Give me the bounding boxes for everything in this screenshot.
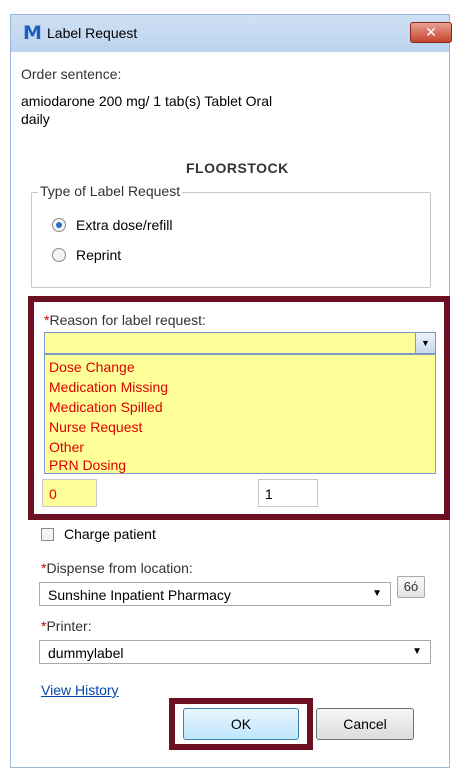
ok-highlight-frame: OK xyxy=(169,698,313,750)
order-sentence-text: amiodarone 200 mg/ 1 tab(s) Tablet Oral … xyxy=(21,92,361,128)
location-type-heading: FLOORSTOCK xyxy=(186,160,289,176)
glasses-icon[interactable]: 6ó xyxy=(397,576,425,598)
order-sentence-line-1: amiodarone 200 mg/ 1 tab(s) Tablet Oral xyxy=(21,93,273,109)
radio-label: Reprint xyxy=(76,247,122,263)
reason-option[interactable]: Nurse Request xyxy=(49,417,142,437)
chevron-down-icon: ▼ xyxy=(372,588,382,599)
dispense-label: *Dispense from location: xyxy=(41,560,193,576)
cancel-button[interactable]: Cancel xyxy=(316,708,414,740)
radio-button-icon[interactable] xyxy=(52,218,66,232)
chevron-down-icon: ▼ xyxy=(412,646,422,657)
dispense-location-value: Sunshine Inpatient Pharmacy xyxy=(48,587,231,603)
reason-option[interactable]: Other xyxy=(49,437,84,457)
radio-label: Extra dose/refill xyxy=(76,217,173,233)
printer-label: *Printer: xyxy=(41,618,92,634)
radio-extra-dose[interactable]: Extra dose/refill xyxy=(52,215,172,235)
close-button[interactable]: ✕ xyxy=(410,22,452,43)
charge-patient-row[interactable]: Charge patient xyxy=(41,526,156,542)
reason-option[interactable]: Medication Spilled xyxy=(49,397,163,417)
close-icon: ✕ xyxy=(425,24,437,40)
title-bar: M Label Request ✕ xyxy=(10,14,452,52)
ok-button[interactable]: OK xyxy=(183,708,299,740)
count-input[interactable]: 1 xyxy=(258,479,318,507)
reason-dropdown-list: Dose Change Medication Missing Medicatio… xyxy=(44,354,436,474)
order-sentence-label: Order sentence: xyxy=(21,66,122,82)
charge-patient-label: Charge patient xyxy=(64,526,156,542)
app-icon: M xyxy=(23,22,42,44)
dispense-location-select[interactable]: Sunshine Inpatient Pharmacy ▼ xyxy=(39,582,391,606)
reason-option[interactable]: PRN Dosing xyxy=(49,455,126,475)
reason-label: *Reason for label request: xyxy=(44,312,206,328)
window-title: Label Request xyxy=(47,25,138,41)
printer-value: dummylabel xyxy=(48,645,124,661)
reason-highlight-frame: *Reason for label request: ▼ Dose Change… xyxy=(28,296,450,520)
reason-combobox[interactable]: ▼ xyxy=(44,332,436,354)
dialog-body: Order sentence: amiodarone 200 mg/ 1 tab… xyxy=(10,52,450,768)
radio-button-icon[interactable] xyxy=(52,248,66,262)
radio-reprint[interactable]: Reprint xyxy=(52,245,121,265)
quantity-input[interactable]: 0 xyxy=(42,479,97,507)
order-sentence-line-2: daily xyxy=(21,111,50,127)
chevron-down-icon[interactable]: ▼ xyxy=(415,333,435,353)
reason-option[interactable]: Medication Missing xyxy=(49,377,168,397)
label-type-group: Type of Label Request Extra dose/refill … xyxy=(31,183,431,288)
reason-option[interactable]: Dose Change xyxy=(49,357,135,377)
charge-patient-checkbox[interactable] xyxy=(41,527,54,541)
printer-select[interactable]: dummylabel ▼ xyxy=(39,640,431,664)
label-type-legend: Type of Label Request xyxy=(38,183,183,199)
label-request-window: M Label Request ✕ Order sentence: amioda… xyxy=(0,0,455,771)
view-history-link[interactable]: View History xyxy=(41,682,119,698)
